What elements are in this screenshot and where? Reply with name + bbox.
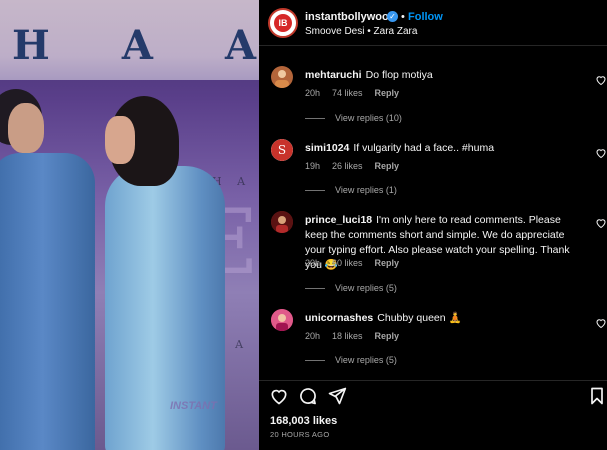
comment-time[interactable]: 19h bbox=[305, 161, 320, 171]
share-icon[interactable] bbox=[327, 386, 347, 406]
post-time: 20 HOURS AGO bbox=[270, 430, 330, 439]
reply-button[interactable]: Reply bbox=[375, 258, 400, 268]
likes-count[interactable]: 168,003 likes bbox=[270, 415, 337, 427]
comment-body: If vulgarity had a face.. #huma bbox=[353, 142, 495, 154]
event-banner: H A A bbox=[0, 0, 259, 80]
comment-text: mehtaruchi Do flop motiya bbox=[305, 68, 583, 83]
comment-body: Do flop motiya bbox=[365, 69, 433, 81]
comment-username[interactable]: prince_luci18 bbox=[305, 214, 372, 226]
comment-username[interactable]: unicornashes bbox=[305, 312, 373, 324]
comment-meta: 20h 18 likes Reply bbox=[305, 331, 411, 341]
post-header: IB instantbollywood ✓ • Follow Smoove De… bbox=[259, 0, 607, 46]
username[interactable]: instantbollywood bbox=[305, 11, 395, 23]
comment-meta: 20h 74 likes Reply bbox=[305, 88, 411, 98]
comment-icon[interactable] bbox=[298, 386, 318, 406]
banner-letters: H A A bbox=[12, 22, 259, 69]
view-replies-label: View replies (5) bbox=[335, 283, 397, 293]
reply-button[interactable]: Reply bbox=[375, 161, 400, 171]
heart-icon[interactable] bbox=[595, 317, 607, 329]
comment-likes[interactable]: 26 likes bbox=[332, 161, 363, 171]
comment-likes[interactable]: 60 likes bbox=[332, 258, 363, 268]
comment-username[interactable]: mehtaruchi bbox=[305, 69, 362, 81]
comment-meta: 20h 60 likes Reply bbox=[305, 258, 411, 268]
heart-icon[interactable] bbox=[595, 147, 607, 159]
action-bar bbox=[259, 380, 607, 410]
reply-button[interactable]: Reply bbox=[375, 88, 400, 98]
view-replies-label: View replies (10) bbox=[335, 113, 402, 123]
comment-text: simi1024 If vulgarity had a face.. #huma bbox=[305, 141, 583, 156]
heart-icon[interactable] bbox=[269, 386, 289, 406]
reply-button[interactable]: Reply bbox=[375, 331, 400, 341]
comment-likes[interactable]: 18 likes bbox=[332, 331, 363, 341]
avatar[interactable] bbox=[271, 66, 293, 88]
bookmark-icon[interactable] bbox=[587, 386, 607, 406]
person-right bbox=[95, 96, 235, 450]
comment-text: unicornashes Chubby queen 🧘 bbox=[305, 311, 583, 326]
verified-icon: ✓ bbox=[387, 11, 398, 22]
view-replies-button[interactable]: View replies (5) bbox=[305, 355, 397, 365]
comment-time[interactable]: 20h bbox=[305, 88, 320, 98]
separator: • bbox=[401, 11, 405, 23]
heart-icon[interactable] bbox=[595, 74, 607, 86]
follow-button[interactable]: Follow bbox=[408, 11, 443, 23]
person-left bbox=[0, 89, 100, 450]
heart-icon[interactable] bbox=[595, 217, 607, 229]
comment-username[interactable]: simi1024 bbox=[305, 142, 349, 154]
watermark-logo: INSTANT bbox=[170, 400, 217, 412]
view-replies-button[interactable]: View replies (5) bbox=[305, 283, 397, 293]
avatar[interactable] bbox=[271, 309, 293, 331]
view-replies-button[interactable]: View replies (1) bbox=[305, 185, 397, 195]
comment-meta: 19h 26 likes Reply bbox=[305, 161, 411, 171]
banner-letter: A bbox=[224, 22, 259, 69]
comments-panel: IB instantbollywood ✓ • Follow Smoove De… bbox=[259, 0, 607, 450]
banner-letter: H bbox=[12, 22, 56, 69]
banner-letter: A bbox=[121, 22, 159, 69]
view-replies-label: View replies (5) bbox=[335, 355, 397, 365]
view-replies-label: View replies (1) bbox=[335, 185, 397, 195]
avatar[interactable]: IB bbox=[268, 8, 298, 38]
post-media[interactable]: H A A E H A H A H A INSTANT bbox=[0, 0, 259, 450]
comment-body: Chubby queen 🧘 bbox=[377, 312, 462, 324]
comment-time[interactable]: 20h bbox=[305, 331, 320, 341]
view-replies-button[interactable]: View replies (10) bbox=[305, 113, 402, 123]
comment-likes[interactable]: 74 likes bbox=[332, 88, 363, 98]
audio-label[interactable]: Smoove Desi • Zara Zara bbox=[305, 26, 417, 37]
avatar-logo: IB bbox=[274, 14, 292, 32]
avatar[interactable] bbox=[271, 211, 293, 233]
svg-text:S: S bbox=[278, 143, 286, 157]
avatar[interactable]: S bbox=[271, 139, 293, 161]
comment-time[interactable]: 20h bbox=[305, 258, 320, 268]
